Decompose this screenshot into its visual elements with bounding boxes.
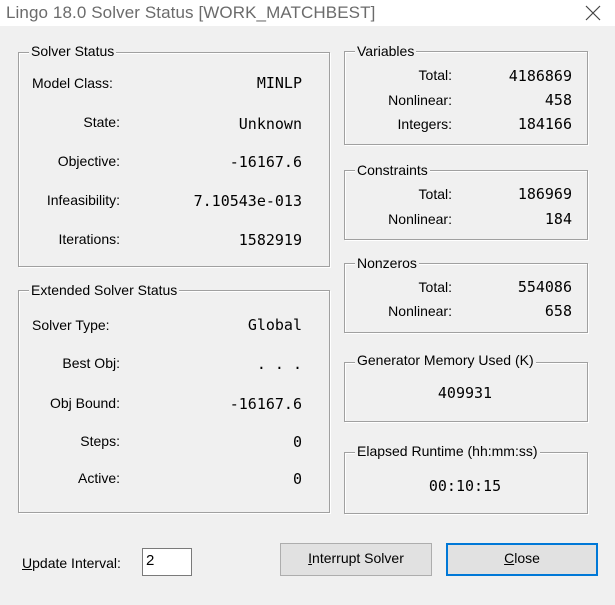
variables-total-label: Total:	[418, 67, 452, 83]
constraints-legend: Constraints	[355, 162, 430, 178]
nonzeros-legend: Nonzeros	[355, 255, 419, 271]
update-interval-label-text: pdate Interval:	[32, 555, 121, 571]
infeasibility-label: Infeasibility:	[46, 192, 120, 208]
extended-status-legend: Extended Solver Status	[29, 282, 180, 298]
update-interval-label: Update Interval:	[22, 555, 121, 571]
interrupt-label: nterrupt Solver	[312, 550, 404, 566]
solver-type-label: Solver Type:	[32, 317, 110, 333]
iterations-label: Iterations:	[58, 231, 120, 247]
constraints-total-value: 186969	[517, 185, 572, 203]
close-icon[interactable]	[583, 3, 603, 23]
nonzeros-total-value: 554086	[517, 278, 572, 296]
variables-total-value: 4186869	[508, 67, 572, 85]
constraints-nonlinear-label: Nonlinear:	[388, 211, 452, 227]
elapsed-runtime-value: 00:10:15	[428, 477, 502, 495]
constraints-total-label: Total:	[418, 186, 452, 202]
generator-memory-legend: Generator Memory Used (K)	[355, 352, 536, 368]
nonzeros-total-label: Total:	[418, 279, 452, 295]
objective-value: -16167.6	[229, 153, 302, 171]
nonzeros-nonlinear-value: 658	[544, 302, 572, 320]
variables-integers-value: 184166	[517, 115, 572, 133]
active-value: 0	[292, 470, 302, 488]
generator-memory-value: 409931	[437, 384, 493, 402]
best-obj-label: Best Obj:	[62, 355, 120, 371]
model-class-value: MINLP	[256, 74, 302, 92]
iterations-value: 1582919	[238, 231, 302, 249]
state-value: Unknown	[238, 115, 302, 133]
constraints-group	[344, 170, 588, 240]
objective-label: Objective:	[57, 153, 120, 169]
solver-status-legend: Solver Status	[29, 43, 117, 59]
obj-bound-value: -16167.6	[229, 395, 302, 413]
infeasibility-value: 7.10543e-013	[193, 192, 302, 210]
solver-type-value: Global	[247, 316, 302, 334]
steps-value: 0	[292, 433, 302, 451]
variables-integers-label: Integers:	[397, 116, 452, 132]
variables-legend: Variables	[355, 43, 417, 59]
variables-nonlinear-label: Nonlinear:	[388, 92, 452, 108]
model-class-label: Model Class:	[32, 75, 113, 91]
active-label: Active:	[77, 470, 120, 486]
window-title: Lingo 18.0 Solver Status [WORK_MATCHBEST…	[6, 3, 376, 22]
close-accel: C	[504, 550, 515, 566]
interrupt-solver-button[interactable]: Interrupt Solver	[280, 543, 432, 576]
state-label: State:	[83, 114, 120, 130]
elapsed-runtime-legend: Elapsed Runtime (hh:mm:ss)	[355, 443, 540, 459]
best-obj-value: . . .	[256, 355, 302, 373]
update-interval-input[interactable]: 2	[142, 548, 192, 576]
close-label: lose	[514, 550, 540, 566]
nonzeros-group	[344, 263, 588, 333]
obj-bound-label: Obj Bound:	[49, 395, 120, 411]
close-button[interactable]: Close	[446, 543, 598, 576]
constraints-nonlinear-value: 184	[544, 210, 572, 228]
update-interval-accel: U	[22, 555, 33, 571]
variables-nonlinear-value: 458	[544, 91, 572, 109]
nonzeros-nonlinear-label: Nonlinear:	[388, 303, 452, 319]
steps-label: Steps:	[80, 433, 120, 449]
